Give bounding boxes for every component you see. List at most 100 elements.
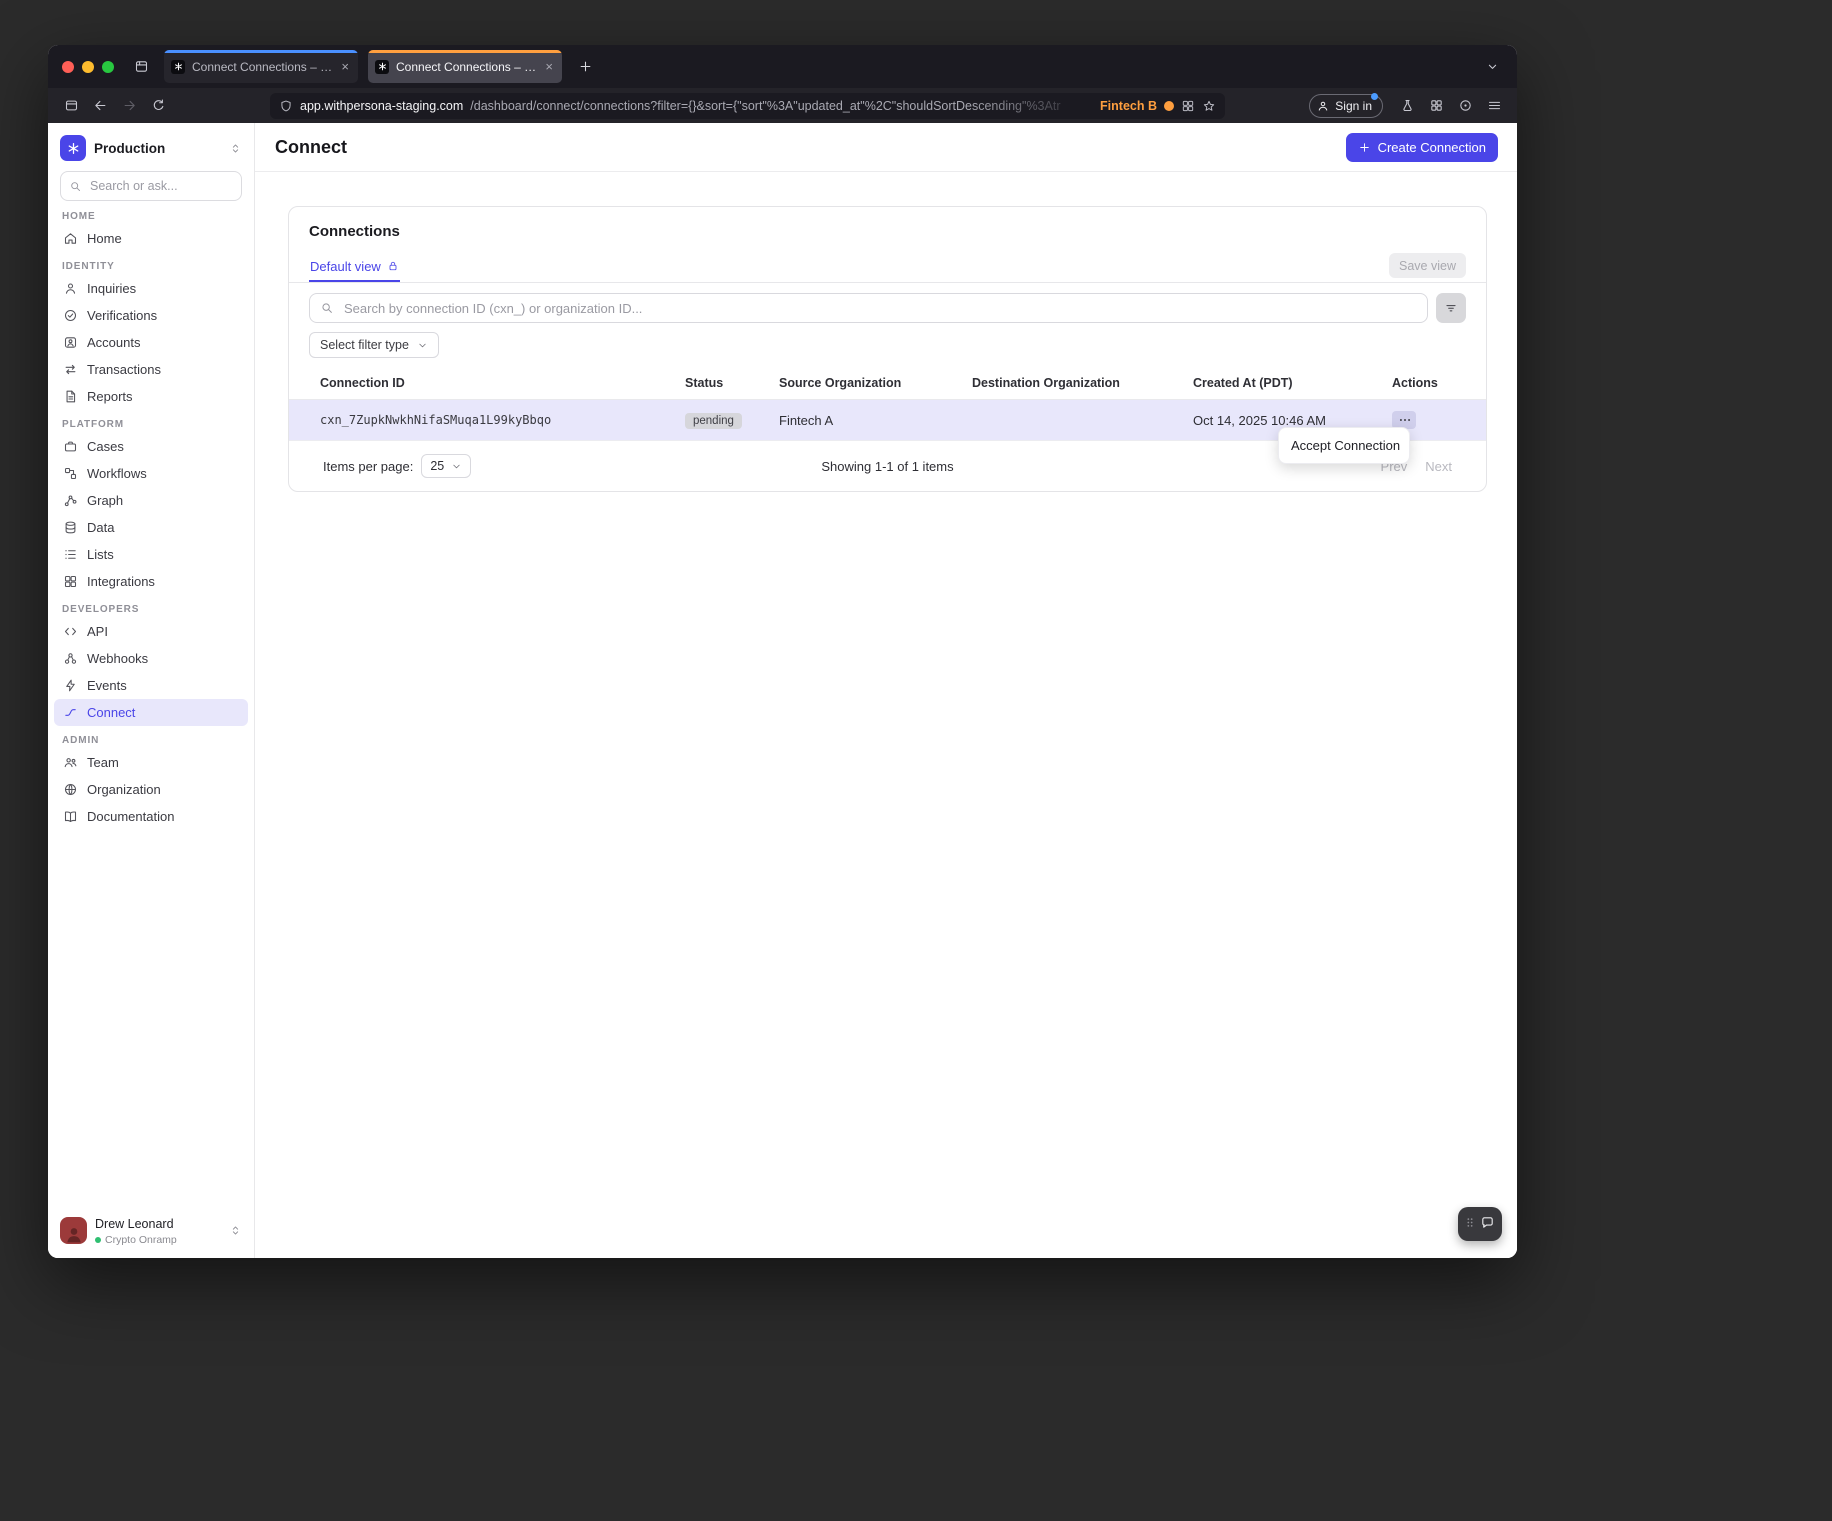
sidebar-item-workflows[interactable]: Workflows (54, 460, 248, 487)
arrows-swap-icon (63, 362, 78, 377)
sidebar-item-accounts[interactable]: Accounts (54, 329, 248, 356)
section-label-platform: PLATFORM (62, 419, 240, 430)
plus-icon (1358, 141, 1371, 154)
user-name: Drew Leonard (95, 1217, 174, 1231)
tab-close-icon[interactable]: × (339, 58, 351, 75)
forward-icon[interactable] (116, 93, 142, 119)
drag-handle-dots-icon (1466, 1216, 1474, 1232)
user-workspace: Crypto Onramp (105, 1234, 177, 1246)
sidebar-item-lists[interactable]: Lists (54, 541, 248, 568)
chevron-down-icon (417, 340, 428, 351)
sidebar-item-cases[interactable]: Cases (54, 433, 248, 460)
main-content: Connect Create Connection Connections De… (255, 123, 1517, 1258)
list-all-tabs-chevron-icon[interactable] (1479, 54, 1505, 80)
reload-icon[interactable] (145, 93, 171, 119)
sign-in-label: Sign in (1335, 99, 1372, 113)
tab-default-view[interactable]: Default view (309, 252, 400, 282)
sidebar-item-transactions[interactable]: Transactions (54, 356, 248, 383)
table-header-row: Connection ID Status Source Organization… (289, 366, 1486, 400)
next-page-button[interactable]: Next (1425, 459, 1452, 474)
persona-favicon-icon (375, 60, 389, 74)
chat-bubble-icon (1480, 1215, 1495, 1233)
document-icon (63, 389, 78, 404)
sidebar-item-inquiries[interactable]: Inquiries (54, 275, 248, 302)
address-bar[interactable]: app.withpersona-staging.com/dashboard/co… (270, 93, 1225, 119)
list-icon (63, 547, 78, 562)
section-label-admin: ADMIN (62, 735, 240, 746)
browser-tab-2-active[interactable]: Connect Connections – Persona × (368, 50, 562, 83)
nodes-icon (63, 493, 78, 508)
window-zoom-button[interactable] (102, 61, 114, 73)
tab-close-icon[interactable]: × (543, 58, 555, 75)
sidebar-item-organization[interactable]: Organization (54, 776, 248, 803)
chat-launcher-button[interactable] (1458, 1207, 1502, 1241)
container-label: Fintech B (1100, 99, 1157, 113)
sign-in-button[interactable]: Sign in (1309, 94, 1383, 118)
connection-search-input[interactable] (342, 300, 1417, 317)
back-icon[interactable] (87, 93, 113, 119)
filter-toggle-button[interactable] (1436, 293, 1466, 323)
containers-grid-icon[interactable] (1181, 99, 1195, 113)
items-per-page-select[interactable]: 25 (421, 454, 471, 478)
window-close-button[interactable] (62, 61, 74, 73)
lock-icon (387, 260, 399, 272)
sidebar-item-team[interactable]: Team (54, 749, 248, 776)
menu-hamburger-icon[interactable] (1481, 93, 1507, 119)
tab-overview-icon[interactable] (128, 54, 154, 80)
tracking-shield-icon[interactable] (279, 99, 293, 113)
sidebar-nav: HOME Home IDENTITY Inquiries Verificatio… (48, 211, 254, 830)
code-icon (63, 624, 78, 639)
sidebar-item-documentation[interactable]: Documentation (54, 803, 248, 830)
url-path: /dashboard/connect/connections?filter={}… (470, 99, 1093, 113)
bookmark-star-icon[interactable] (1202, 99, 1216, 113)
sidebar-item-api[interactable]: API (54, 618, 248, 645)
sidebar-item-data[interactable]: Data (54, 514, 248, 541)
sign-in-notification-dot (1371, 93, 1378, 100)
org-switcher[interactable]: Production (60, 135, 242, 161)
items-per-page-label: Items per page: (323, 459, 413, 474)
sidebar-search[interactable] (60, 171, 242, 201)
person-icon (63, 281, 78, 296)
section-label-developers: DEVELOPERS (62, 604, 240, 615)
ellipsis-icon (1398, 413, 1412, 427)
user-menu[interactable]: Drew Leonard Crypto Onramp (48, 1215, 254, 1246)
check-circle-icon (63, 308, 78, 323)
col-created-at: Created At (PDT) (1193, 376, 1392, 390)
sidebar-item-webhooks[interactable]: Webhooks (54, 645, 248, 672)
sidebar-item-reports[interactable]: Reports (54, 383, 248, 410)
connection-search[interactable] (309, 293, 1428, 323)
tab-container-stripe-blue (164, 50, 358, 53)
search-icon (320, 301, 334, 315)
firefox-view-icon[interactable] (58, 93, 84, 119)
extension-flask-icon[interactable] (1394, 93, 1420, 119)
connections-card: Connections Default view Save view (288, 206, 1487, 492)
s-curve-icon (63, 705, 78, 720)
extension-circle-icon[interactable] (1452, 93, 1478, 119)
save-view-button[interactable]: Save view (1389, 253, 1466, 278)
globe-icon (63, 782, 78, 797)
create-connection-button[interactable]: Create Connection (1346, 133, 1498, 162)
sidebar-item-home[interactable]: Home (54, 225, 248, 252)
briefcase-icon (63, 439, 78, 454)
browser-window: Connect Connections – Persona × Connect … (48, 45, 1517, 1258)
url-host: app.withpersona-staging.com (300, 99, 463, 113)
col-source-organization: Source Organization (779, 376, 972, 390)
new-tab-button[interactable] (572, 54, 598, 80)
sidebar-item-integrations[interactable]: Integrations (54, 568, 248, 595)
sidebar-item-events[interactable]: Events (54, 672, 248, 699)
browser-toolbar: app.withpersona-staging.com/dashboard/co… (48, 88, 1517, 123)
select-filter-type-button[interactable]: Select filter type (309, 332, 439, 358)
window-minimize-button[interactable] (82, 61, 94, 73)
col-connection-id: Connection ID (320, 376, 685, 390)
sidebar-item-connect[interactable]: Connect (54, 699, 248, 726)
sidebar-item-verifications[interactable]: Verifications (54, 302, 248, 329)
browser-tab-1[interactable]: Connect Connections – Persona × (164, 50, 358, 83)
extensions-grid-icon[interactable] (1423, 93, 1449, 119)
search-icon (69, 180, 82, 193)
col-actions: Actions (1392, 376, 1469, 390)
sidebar-search-input[interactable] (88, 178, 233, 194)
accept-connection-menu-item[interactable]: Accept Connection (1291, 438, 1400, 453)
tab-title: Connect Connections – Persona (192, 60, 332, 74)
connection-id-cell: cxn_7ZupkNwkhNifaSMuqa1L99kyBbqo (320, 413, 685, 427)
sidebar-item-graph[interactable]: Graph (54, 487, 248, 514)
